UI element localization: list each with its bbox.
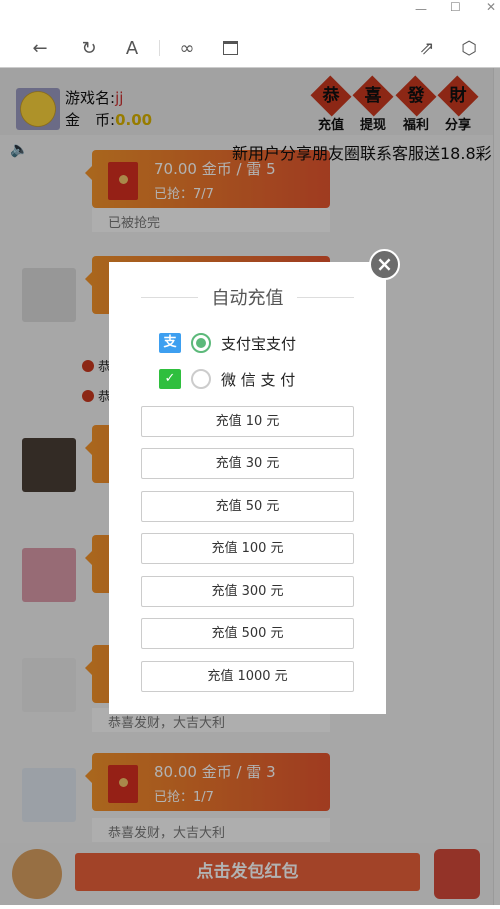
share-icon[interactable]: ⇗ <box>415 36 439 60</box>
cube-icon[interactable]: ⬡ <box>457 36 481 60</box>
recharge-300-button[interactable]: 充值 300 元 <box>141 576 354 607</box>
recharge-30-button[interactable]: 充值 30 元 <box>141 448 354 479</box>
divider <box>159 40 160 56</box>
font-icon[interactable]: A <box>120 36 144 60</box>
recharge-50-button[interactable]: 充值 50 元 <box>141 491 354 522</box>
recharge-500-button[interactable]: 充值 500 元 <box>141 618 354 649</box>
recharge-modal: 自动充值 支 支付宝支付 ✓ 微 信 支 付 充值 10 元 充值 30 元 充… <box>109 262 386 714</box>
payment-label: 支付宝支付 <box>221 334 297 353</box>
recharge-100-button[interactable]: 充值 100 元 <box>141 533 354 564</box>
link-icon[interactable]: ∞ <box>175 36 199 60</box>
alipay-icon: 支 <box>159 333 181 353</box>
recharge-1000-button[interactable]: 充值 1000 元 <box>141 661 354 692</box>
window-icon[interactable] <box>218 36 242 60</box>
recharge-10-button[interactable]: 充值 10 元 <box>141 406 354 437</box>
modal-title: 自动充值 <box>211 288 284 309</box>
back-arrow-icon[interactable]: ← <box>28 36 52 60</box>
modal-close-icon[interactable]: × <box>369 249 400 280</box>
payment-option-alipay[interactable]: 支 支付宝支付 <box>159 332 359 354</box>
minimize-icon[interactable]: — <box>415 2 427 16</box>
close-icon[interactable]: ✕ <box>486 0 496 14</box>
browser-chrome: — ☐ ✕ ← ↻ A ∞ ⇗ ⬡ <box>0 0 500 68</box>
maximize-icon[interactable]: ☐ <box>450 0 461 14</box>
payment-option-wechat[interactable]: ✓ 微 信 支 付 <box>159 368 359 390</box>
wechat-icon: ✓ <box>159 369 181 389</box>
radio-selected[interactable] <box>191 333 211 353</box>
payment-label: 微 信 支 付 <box>221 370 296 389</box>
radio-unselected[interactable] <box>191 369 211 389</box>
refresh-icon[interactable]: ↻ <box>77 36 101 60</box>
